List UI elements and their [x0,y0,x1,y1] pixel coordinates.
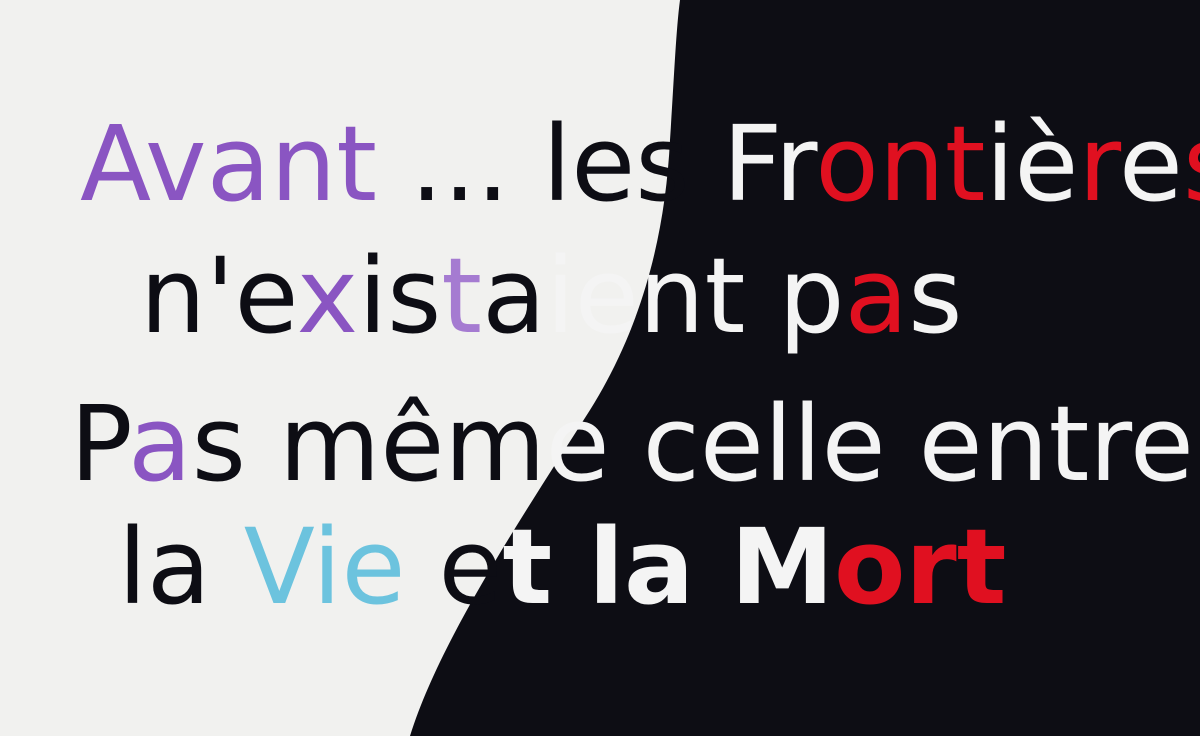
text-segment: or [833,506,957,628]
text-segment: s [1183,103,1200,225]
text-segment: e celle entre [545,383,1194,505]
text-segment: ... les [377,103,723,225]
text-segment: on [815,103,945,225]
text-segment: iè [985,103,1079,225]
text-segment: t [944,103,986,225]
text-line-3: Pas même celle entre [70,392,1194,496]
text-segment: P [70,383,129,505]
text-segment: is [358,235,442,357]
text-segment: n'e [140,235,297,357]
text-segment: Vie [243,506,406,628]
text-segment: s mêm [191,383,546,505]
text-segment: s [908,235,963,357]
text-segment: r [1078,103,1119,225]
text-segment: Avant [80,103,378,225]
text-segment: a [128,383,192,505]
text-segment: a [844,235,909,357]
text-segment: a [482,235,546,357]
text-segment: e [1118,103,1183,225]
text-segment: t [441,235,483,357]
text-segment: x [296,235,359,357]
text-line-1: Avant ... les Frontières [80,112,1200,216]
text-segment: t la M [502,506,834,628]
text-line-2: n'existaient pas [140,244,962,348]
text-segment: t [956,506,1007,628]
text-segment: e [405,506,503,628]
text-segment: la [118,506,244,628]
painting: Avant ... les Frontières n'existaient pa… [0,0,1200,736]
text-segment: ient p [545,235,845,357]
text-line-4: la Vie et la Mort [118,515,1006,619]
text-segment: Fr [722,103,816,225]
